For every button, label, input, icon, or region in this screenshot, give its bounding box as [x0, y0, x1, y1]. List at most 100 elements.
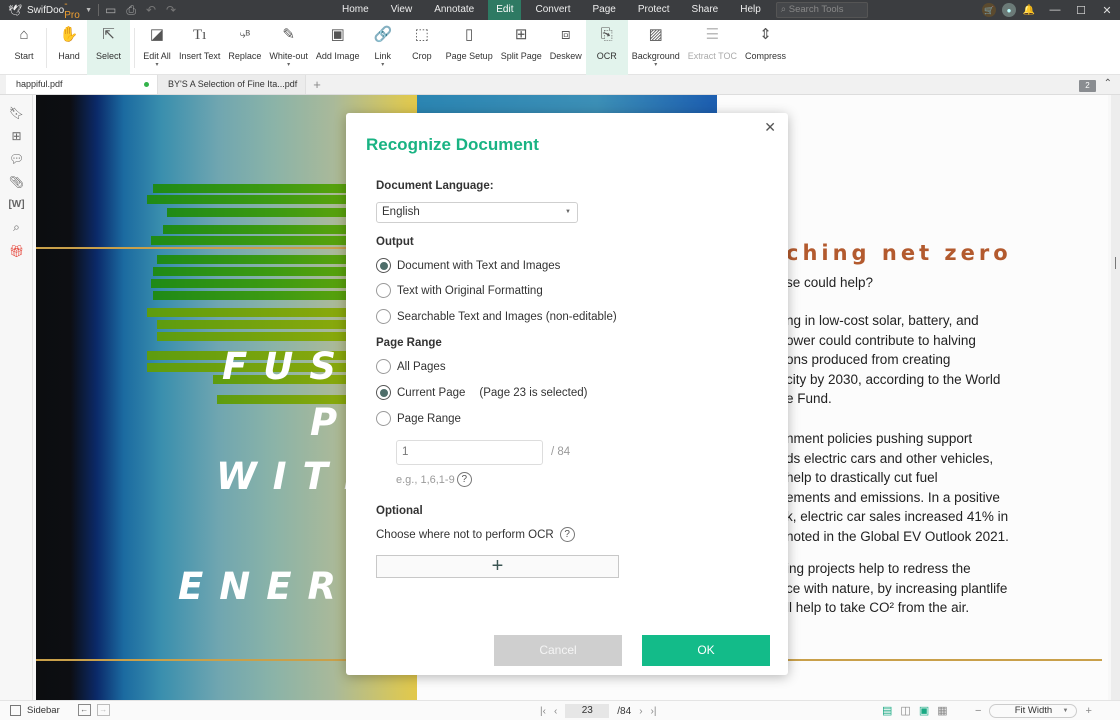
cancel-button[interactable]: Cancel: [494, 635, 622, 666]
tool-extract-toc[interactable]: ☰ Extract TOC: [684, 20, 741, 75]
tool-replace[interactable]: ⤷ᴮ Replace: [224, 20, 265, 75]
article-heading: ching net zero: [786, 241, 1012, 265]
tool-link[interactable]: 🔗 Link ▾: [363, 20, 402, 75]
menu-view[interactable]: View: [380, 0, 424, 20]
undo-icon[interactable]: ↶: [146, 3, 156, 17]
two-page-icon[interactable]: ◫: [900, 704, 910, 717]
app-edition: -Pro: [64, 0, 80, 21]
forward-icon[interactable]: →: [96, 704, 110, 716]
radio[interactable]: [376, 283, 391, 298]
tool-edit-all[interactable]: ◪ Edit All ▾: [139, 20, 175, 75]
sidebar-toggle-checkbox[interactable]: [10, 704, 21, 716]
word-icon[interactable]: [W]: [0, 193, 33, 216]
output-option-original-formatting[interactable]: Text with Original Formatting: [376, 283, 543, 298]
gift-icon[interactable]: 🎁︎: [0, 239, 33, 262]
tool-crop[interactable]: ⬚ Crop: [402, 20, 442, 75]
tool-add-image[interactable]: ▣ Add Image: [312, 20, 364, 75]
page-setup-icon: ▯: [465, 26, 474, 43]
range-option-page-range[interactable]: Page Range: [376, 411, 461, 426]
search-tools-input[interactable]: ⌕ Search Tools: [775, 2, 868, 18]
menu-annotate[interactable]: Annotate: [423, 0, 485, 20]
tool-start[interactable]: ⌂ Start: [6, 20, 42, 75]
scrollbar-thumb[interactable]: [1115, 257, 1116, 269]
help-icon[interactable]: ?: [456, 472, 472, 487]
menu-convert[interactable]: Convert: [524, 0, 581, 20]
bell-icon[interactable]: 🔔: [1022, 3, 1036, 17]
article-line: ng in low-cost solar, battery, and: [786, 313, 979, 328]
next-page-icon[interactable]: ›: [639, 706, 642, 717]
add-exclude-area-button[interactable]: +: [376, 555, 619, 578]
tool-page-setup[interactable]: ▯ Page Setup: [442, 20, 497, 75]
view-modes: ▤ ◫ ▣ ▦: [882, 704, 948, 717]
tool-select[interactable]: ⇱ Select: [87, 20, 131, 75]
menu-share[interactable]: Share: [681, 0, 730, 20]
zoom-out-icon[interactable]: −: [975, 705, 981, 717]
tool-split-page[interactable]: ⊞ Split Page: [497, 20, 546, 75]
add-tab-button[interactable]: +: [306, 75, 328, 94]
app-logo-icon: 🕊: [8, 4, 22, 17]
language-select[interactable]: English ▼: [376, 202, 578, 223]
tool-compress[interactable]: ⇕ Compress: [741, 20, 790, 75]
menu-page[interactable]: Page: [581, 0, 626, 20]
tab-happiful[interactable]: happiful.pdf: [6, 75, 158, 94]
print-icon[interactable]: ⎙: [126, 3, 136, 18]
vertical-scrollbar[interactable]: [1111, 95, 1120, 700]
radio[interactable]: [376, 411, 391, 426]
radio[interactable]: [376, 359, 391, 374]
minimize-button[interactable]: —: [1042, 4, 1068, 16]
zoom-in-icon[interactable]: +: [1085, 705, 1091, 717]
tool-deskew[interactable]: ⧈ Deskew: [546, 20, 586, 75]
menu-edit[interactable]: Edit: [488, 0, 522, 20]
two-page-continuous-icon[interactable]: ▦: [937, 704, 947, 717]
comment-icon[interactable]: 💬︎: [0, 147, 33, 170]
range-option-current-page[interactable]: Current Page (Page 23 is selected): [376, 385, 587, 400]
help-icon[interactable]: ?: [559, 527, 575, 542]
output-option-searchable[interactable]: Searchable Text and Images (non-editable…: [376, 309, 617, 324]
first-page-icon[interactable]: |‹: [540, 706, 546, 717]
app-menu[interactable]: 🕊 SwifDoo -Pro ▼: [0, 0, 92, 21]
edit-toolbar: ⌂ Start ✋ Hand ⇱ Select ◪ Edit All ▾ Tı Insert…: [0, 20, 1120, 75]
redo-icon[interactable]: ↷: [166, 3, 176, 17]
article-line: ce with nature, by increasing plantlife: [786, 580, 1008, 596]
account-icon[interactable]: ●: [1002, 3, 1016, 17]
continuous-icon[interactable]: ▣: [919, 704, 929, 717]
menu-protect[interactable]: Protect: [627, 0, 681, 20]
article-line: ll help to take CO² from the air.: [786, 600, 970, 616]
range-option-all-pages[interactable]: All Pages: [376, 359, 446, 374]
attachment-icon[interactable]: 📎︎: [0, 170, 33, 193]
article-line: help to drastically cut fuel: [786, 470, 938, 486]
tool-insert-text[interactable]: Tı Insert Text: [175, 20, 224, 75]
back-icon[interactable]: ←: [77, 704, 91, 716]
tool-white-out[interactable]: ✎ White-out ▾: [265, 20, 312, 75]
tool-hand[interactable]: ✋ Hand: [51, 20, 87, 75]
prev-page-icon[interactable]: ‹: [554, 706, 557, 717]
tool-ocr[interactable]: ⎘ OCR: [585, 20, 628, 75]
replace-icon: ⤷ᴮ: [239, 29, 251, 41]
cover-stripe: [163, 225, 346, 234]
tab-bys-selection[interactable]: BY'S A Selection of Fine Ita...pdf: [158, 75, 306, 94]
search-icon[interactable]: ⌕: [0, 216, 33, 239]
last-page-icon[interactable]: ›|: [651, 706, 657, 717]
radio[interactable]: [376, 309, 391, 324]
bookmark-icon[interactable]: 🔖︎: [0, 101, 33, 124]
output-option-text-images[interactable]: Document with Text and Images: [376, 258, 560, 273]
collapse-ribbon-icon[interactable]: ⌃: [1104, 78, 1112, 89]
tool-background[interactable]: ▨ Background ▾: [628, 20, 684, 75]
menu-help[interactable]: Help: [729, 0, 772, 20]
zoom-select[interactable]: Fit Width ▼: [989, 704, 1078, 718]
close-button[interactable]: ✕: [1094, 4, 1120, 17]
menu-home[interactable]: Home: [331, 0, 380, 20]
cart-icon[interactable]: 🛒: [982, 3, 996, 17]
save-icon[interactable]: ▭: [105, 3, 116, 17]
article-line: ons produced from creating: [786, 352, 951, 368]
cover-stripe: [147, 308, 346, 317]
close-icon[interactable]: ✕: [764, 119, 776, 136]
radio-selected[interactable]: [376, 258, 391, 273]
page-range-input[interactable]: 1: [396, 440, 543, 465]
thumbnails-icon[interactable]: ⊞: [0, 124, 33, 147]
maximize-button[interactable]: ☐: [1068, 4, 1094, 17]
single-page-icon[interactable]: ▤: [882, 704, 892, 717]
radio-selected[interactable]: [376, 385, 391, 400]
ok-button[interactable]: OK: [642, 635, 770, 666]
current-page-input[interactable]: 23: [565, 704, 610, 718]
